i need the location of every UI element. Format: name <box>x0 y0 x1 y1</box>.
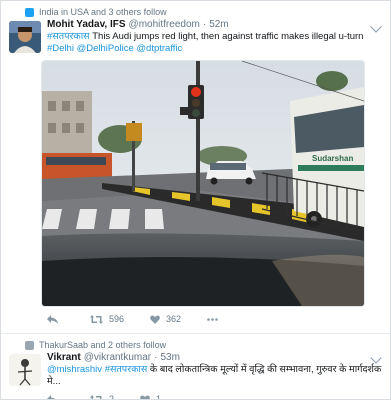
retweet-count: 596 <box>109 314 125 324</box>
timeline: India in USA and 3 others follow Mohit Y… <box>0 0 391 400</box>
tweet-2[interactable]: ThakurSaab and 2 others follow Vikrant @v… <box>1 334 390 400</box>
mention-link[interactable]: @mishrashiv <box>47 364 102 375</box>
social-context: India in USA and 3 others follow <box>9 5 382 19</box>
retweet-button[interactable]: 2 <box>90 394 115 400</box>
hashtag-link[interactable]: #सतपरकास <box>47 31 90 42</box>
tweet-text: #सतपरकास This Audi jumps red light, then… <box>47 31 382 54</box>
avatar[interactable] <box>9 354 41 386</box>
social-context-text: ThakurSaab and 2 others follow <box>39 340 167 350</box>
tweet-text: @mishrashiv #सतपरकास के बाद लोकतान्त्रिक… <box>47 364 382 387</box>
hashtag-link[interactable]: #सतपरकास <box>105 364 148 375</box>
hashtag-delhi-link[interactable]: #Delhi <box>47 43 74 54</box>
heart-icon <box>140 394 150 399</box>
tweet-photo[interactable]: Sudarshan <box>41 60 365 307</box>
tweet-actions: 2 1 <box>47 387 382 400</box>
mention-delhipolice-link[interactable]: @DelhiPolice <box>77 43 134 54</box>
bus-sign-text: Sudarshan <box>312 154 353 163</box>
author-name[interactable]: Mohit Yadav, IFS <box>47 19 126 30</box>
tweet-1[interactable]: India in USA and 3 others follow Mohit Y… <box>1 1 390 331</box>
social-context-text: India in USA and 3 others follow <box>39 7 167 17</box>
author-handle[interactable]: @mohitfreedom <box>129 19 200 30</box>
like-count: 362 <box>166 314 182 324</box>
tweet-timestamp[interactable]: 52m <box>209 19 228 30</box>
reply-icon <box>47 314 58 324</box>
avatar[interactable] <box>9 21 41 53</box>
like-count: 1 <box>156 394 162 400</box>
more-dots-icon <box>207 317 218 321</box>
like-button[interactable]: 1 <box>140 394 162 400</box>
tweet-timestamp[interactable]: 53m <box>160 352 179 363</box>
retweet-icon <box>90 394 102 399</box>
tweet-actions: 596 362 <box>47 307 382 331</box>
tweet-text-main: This Audi jumps red light, then against … <box>89 31 364 42</box>
follow-context-icon <box>25 340 34 350</box>
like-button[interactable]: 362 <box>150 314 181 324</box>
heart-icon <box>150 314 160 324</box>
author-name[interactable]: Vikrant <box>47 352 81 363</box>
reply-button[interactable] <box>47 394 64 399</box>
retweet-button[interactable]: 596 <box>90 314 124 324</box>
author-handle[interactable]: @vikrantkumar <box>84 352 151 363</box>
follow-context-icon <box>25 7 34 17</box>
more-button[interactable] <box>207 317 224 321</box>
retweet-icon <box>90 314 103 324</box>
reply-icon <box>47 394 56 399</box>
mention-dtptraffic-link[interactable]: @dtptraffic <box>136 43 182 54</box>
retweet-count: 2 <box>109 394 115 400</box>
reply-button[interactable] <box>47 314 64 324</box>
social-context: ThakurSaab and 2 others follow <box>9 338 382 352</box>
